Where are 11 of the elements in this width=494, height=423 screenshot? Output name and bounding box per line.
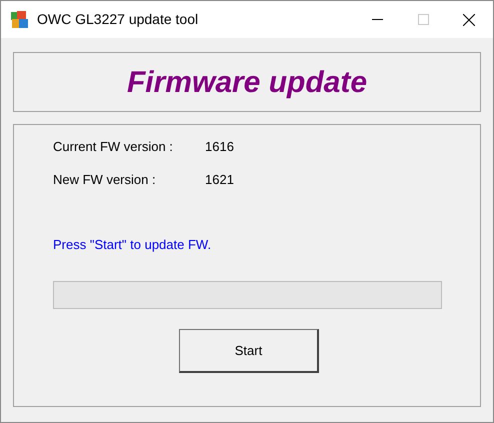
close-icon: [463, 14, 475, 26]
version-value: 1621: [205, 171, 234, 190]
header-title: Firmware update: [126, 64, 368, 100]
app-icon: [10, 10, 30, 30]
start-button[interactable]: Start: [179, 329, 319, 373]
version-value: 1616: [205, 138, 234, 156]
version-label: Current FW version :: [53, 138, 174, 156]
status-message: Press "Start" to update FW.: [53, 236, 212, 251]
maximize-icon: [418, 14, 428, 25]
version-label: New FW version :: [53, 171, 157, 190]
window-title: OWC GL3227 update tool: [37, 10, 198, 29]
